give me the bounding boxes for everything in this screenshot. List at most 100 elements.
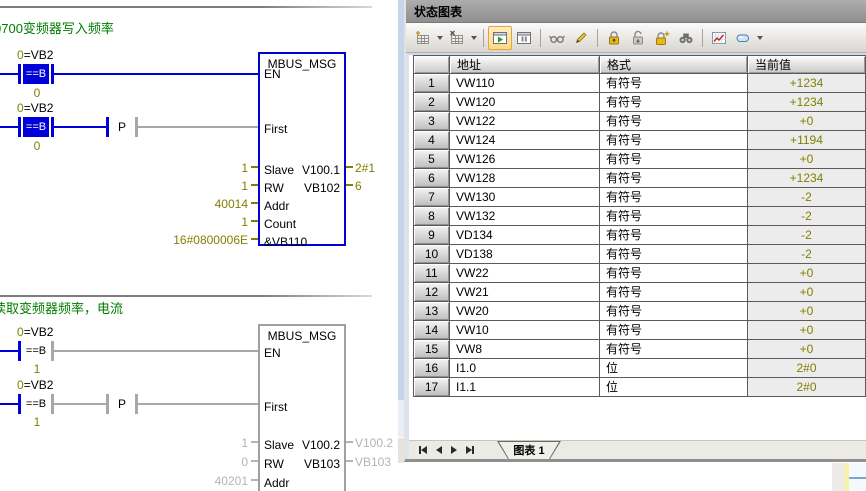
row-number[interactable]: 4 xyxy=(414,131,450,150)
row-number[interactable]: 10 xyxy=(414,245,450,264)
cell-address[interactable]: VW8 xyxy=(450,340,600,359)
cell-address[interactable]: I1.0 xyxy=(450,359,600,378)
pause-chart-button[interactable] xyxy=(512,26,536,50)
cell-address[interactable]: VW10 xyxy=(450,321,600,340)
table-row[interactable]: 13VW20有符号+0 xyxy=(414,302,866,321)
header-corner[interactable] xyxy=(414,56,450,74)
previous-chart-button[interactable] xyxy=(436,446,442,454)
tag-button[interactable] xyxy=(731,26,755,50)
cell-address[interactable]: VD138 xyxy=(450,245,600,264)
cell-address[interactable]: VW130 xyxy=(450,188,600,207)
header-format[interactable]: 格式 xyxy=(600,56,748,74)
positive-edge-contact[interactable]: P xyxy=(106,117,138,137)
compare-contact[interactable]: ==B xyxy=(18,64,54,84)
cell-format[interactable]: 有符号 xyxy=(600,302,748,321)
table-row[interactable]: 8VW132有符号-2 xyxy=(414,207,866,226)
row-number[interactable]: 2 xyxy=(414,93,450,112)
table-row[interactable]: 10VD138有符号-2 xyxy=(414,245,866,264)
cell-address[interactable]: VW21 xyxy=(450,283,600,302)
row-number[interactable]: 9 xyxy=(414,226,450,245)
cell-address[interactable]: VW110 xyxy=(450,74,600,93)
table-row[interactable]: 15VW8有符号+0 xyxy=(414,340,866,359)
cell-format[interactable]: 有符号 xyxy=(600,131,748,150)
first-chart-button[interactable] xyxy=(419,446,427,454)
table-row[interactable]: 5VW126有符号+0 xyxy=(414,150,866,169)
cell-address[interactable]: VW22 xyxy=(450,264,600,283)
positive-edge-contact[interactable]: P xyxy=(106,394,138,414)
force-all-button[interactable] xyxy=(650,26,674,50)
row-number[interactable]: 6 xyxy=(414,169,450,188)
read-all-button[interactable] xyxy=(545,26,569,50)
cell-address[interactable]: VW122 xyxy=(450,112,600,131)
insert-row-button[interactable] xyxy=(411,26,435,50)
table-row[interactable]: 16I1.0位2#0 xyxy=(414,359,866,378)
cell-format[interactable]: 有符号 xyxy=(600,112,748,131)
cell-address[interactable]: VW128 xyxy=(450,169,600,188)
table-row[interactable]: 2VW120有符号+1234 xyxy=(414,93,866,112)
tag-dropdown[interactable] xyxy=(755,27,765,49)
cell-address[interactable]: VD134 xyxy=(450,226,600,245)
cell-format[interactable]: 有符号 xyxy=(600,283,748,302)
cell-format[interactable]: 有符号 xyxy=(600,169,748,188)
cell-address[interactable]: VW132 xyxy=(450,207,600,226)
force-button[interactable] xyxy=(602,26,626,50)
next-chart-button[interactable] xyxy=(451,446,457,454)
row-number[interactable]: 7 xyxy=(414,188,450,207)
compare-contact[interactable]: ==B xyxy=(18,394,54,414)
table-row[interactable]: 4VW124有符号+1194 xyxy=(414,131,866,150)
cell-format[interactable]: 有符号 xyxy=(600,264,748,283)
row-number[interactable]: 14 xyxy=(414,321,450,340)
row-number[interactable]: 11 xyxy=(414,264,450,283)
row-number[interactable]: 8 xyxy=(414,207,450,226)
cell-format[interactable]: 有符号 xyxy=(600,150,748,169)
cell-address[interactable]: I1.1 xyxy=(450,378,600,397)
row-number[interactable]: 17 xyxy=(414,378,450,397)
delete-row-button[interactable] xyxy=(445,26,469,50)
table-row[interactable]: 17I1.1位2#0 xyxy=(414,378,866,397)
cell-format[interactable]: 有符号 xyxy=(600,321,748,340)
table-row[interactable]: 14VW10有符号+0 xyxy=(414,321,866,340)
cell-format[interactable]: 有符号 xyxy=(600,226,748,245)
write-all-button[interactable] xyxy=(569,26,593,50)
table-row[interactable]: 7VW130有符号-2 xyxy=(414,188,866,207)
cell-format[interactable]: 有符号 xyxy=(600,93,748,112)
table-row[interactable]: 12VW21有符号+0 xyxy=(414,283,866,302)
table-row[interactable]: 3VW122有符号+0 xyxy=(414,112,866,131)
delete-row-dropdown[interactable] xyxy=(469,27,479,49)
cell-format[interactable]: 位 xyxy=(600,359,748,378)
insert-row-dropdown[interactable] xyxy=(435,27,445,49)
mbus-msg-block[interactable]: MBUS_MSG EN First Slave V100.1 RW VB102 … xyxy=(258,52,346,246)
cell-address[interactable]: VW124 xyxy=(450,131,600,150)
table-row[interactable]: 1VW110有符号+1234 xyxy=(414,74,866,93)
last-chart-button[interactable] xyxy=(466,446,474,454)
cell-address[interactable]: VW20 xyxy=(450,302,600,321)
row-number[interactable]: 16 xyxy=(414,359,450,378)
header-current-value[interactable]: 当前值 xyxy=(748,56,866,74)
cell-format[interactable]: 有符号 xyxy=(600,188,748,207)
cell-address[interactable]: VW120 xyxy=(450,93,600,112)
table-row[interactable]: 6VW128有符号+1234 xyxy=(414,169,866,188)
cell-format[interactable]: 有符号 xyxy=(600,340,748,359)
cell-format[interactable]: 有符号 xyxy=(600,245,748,264)
table-row[interactable]: 9VD134有符号-2 xyxy=(414,226,866,245)
row-number[interactable]: 3 xyxy=(414,112,450,131)
cell-format[interactable]: 有符号 xyxy=(600,207,748,226)
cell-address[interactable]: VW126 xyxy=(450,150,600,169)
compare-contact[interactable]: ==B xyxy=(18,341,54,361)
cell-format[interactable]: 有符号 xyxy=(600,74,748,93)
row-number[interactable]: 13 xyxy=(414,302,450,321)
row-number[interactable]: 5 xyxy=(414,150,450,169)
trend-view-button[interactable] xyxy=(707,26,731,50)
compare-contact[interactable]: ==B xyxy=(18,117,54,137)
table-row[interactable]: 11VW22有符号+0 xyxy=(414,264,866,283)
read-forced-button[interactable] xyxy=(674,26,698,50)
cell-format[interactable]: 位 xyxy=(600,378,748,397)
row-number[interactable]: 1 xyxy=(414,74,450,93)
chart-tab[interactable]: 图表 1 xyxy=(497,441,561,459)
window-titlebar[interactable]: 状态图表 xyxy=(406,0,866,23)
mbus-msg-block[interactable]: MBUS_MSG EN First Slave V100.2 RW VB103 … xyxy=(258,324,346,491)
header-address[interactable]: 地址 xyxy=(450,56,600,74)
unforce-button[interactable] xyxy=(626,26,650,50)
row-number[interactable]: 12 xyxy=(414,283,450,302)
row-number[interactable]: 15 xyxy=(414,340,450,359)
